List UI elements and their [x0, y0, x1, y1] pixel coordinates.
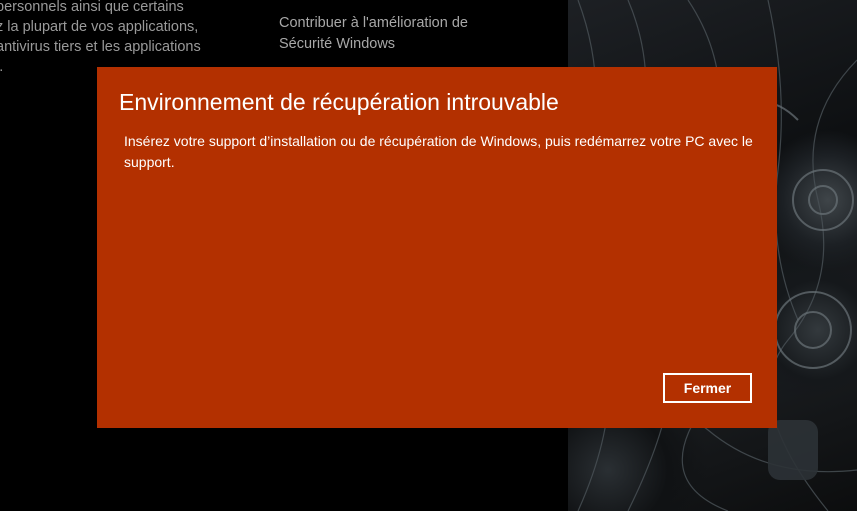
dialog-title: Environnement de récupération introuvabl… — [119, 89, 559, 115]
dialog-message: Insérez votre support d’installation ou … — [124, 133, 753, 170]
background-text-line: personnels ainsi que certains — [0, 0, 184, 15]
security-link-line[interactable]: Contribuer à l'amélioration de — [279, 13, 468, 34]
screen: personnels ainsi que certains z la plupa… — [0, 0, 857, 511]
background-settings-text: personnels ainsi que certains z la plupa… — [0, 0, 226, 77]
security-link-line[interactable]: Sécurité Windows — [279, 34, 468, 55]
close-button[interactable]: Fermer — [663, 373, 752, 403]
recovery-environment-dialog: Environnement de récupération introuvabl… — [97, 67, 777, 428]
background-security-link[interactable]: Contribuer à l'amélioration de Sécurité … — [279, 13, 468, 54]
background-text-line: z la plupart de vos applications, — [0, 19, 199, 35]
background-text-line: antivirus tiers et les applications — [0, 39, 201, 55]
